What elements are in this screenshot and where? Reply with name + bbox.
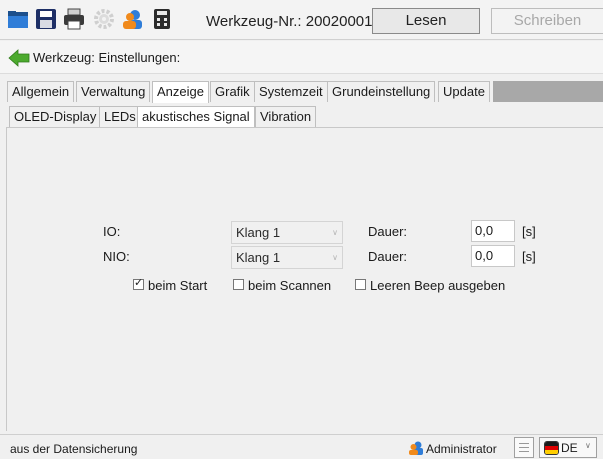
leeren-beep-checkbox[interactable] [355,279,366,290]
tab-systemzeit[interactable]: Systemzeit [254,81,328,102]
gear-icon[interactable] [93,8,115,30]
read-button[interactable]: Lesen [372,8,480,34]
write-button: Schreiben [491,8,603,34]
sub-tab-strip: OLED-Display LEDs akustisches Signal Vib… [0,106,603,128]
subtab-vibration[interactable]: Vibration [255,106,317,127]
nio-label: NIO: [103,249,130,264]
tab-allgemein[interactable]: Allgemein [7,81,75,102]
document-icon[interactable] [514,437,534,458]
folder-open-icon[interactable] [7,8,29,30]
breadcrumb-title: Werkzeug: Einstellungen: [33,50,181,65]
io-duration-unit: [s] [522,224,536,239]
chevron-down-icon: ∨ [332,253,338,262]
subtab-akustisches-signal[interactable]: akustisches Signal [137,106,255,128]
nio-duration-unit: [s] [522,249,536,264]
subtab-leds[interactable]: LEDs [99,106,141,127]
app-window: Werkzeug-Nr.: 20020001 Lesen Schreiben W… [0,0,603,459]
nio-duration-input[interactable]: 0,0 [471,245,515,267]
tool-number-label: Werkzeug-Nr.: 20020001 [206,13,373,30]
calculator-icon[interactable] [151,8,173,30]
subtab-oled-display[interactable]: OLED-Display [9,106,102,127]
io-sound-select[interactable]: Klang 1 ∨ [231,221,343,244]
breadcrumb: Werkzeug: Einstellungen: [0,41,603,74]
main-tab-strip: Allgemein Verwaltung Anzeige Grafik Syst… [0,81,603,103]
tab-grafik[interactable]: Grafik [210,81,255,102]
nio-duration-label: Dauer: [368,249,408,264]
beim-start-checkbox[interactable] [133,276,144,290]
beim-start-label: beim Start [148,278,208,293]
status-bar: aus der Datensicherung Administrator DE … [0,434,603,459]
status-text: aus der Datensicherung [10,442,138,456]
print-icon[interactable] [63,8,85,30]
leeren-beep-label: Leeren Beep ausgeben [370,278,506,293]
user-name: Administrator [426,442,497,456]
io-duration-label: Dauer: [368,224,408,239]
tab-update[interactable]: Update [438,81,490,102]
io-sound-value: Klang 1 [236,225,281,240]
language-code: DE [561,441,578,455]
io-duration-input[interactable]: 0,0 [471,220,515,242]
user-icon[interactable] [122,8,144,30]
back-arrow-icon[interactable] [8,48,30,68]
german-flag-icon [544,441,559,455]
nio-sound-select[interactable]: Klang 1 ∨ [231,246,343,269]
chevron-down-icon: ∨ [332,228,338,237]
language-select[interactable]: DE ∨ [539,437,597,458]
toolbar: Werkzeug-Nr.: 20020001 Lesen Schreiben [0,0,603,40]
save-disk-icon[interactable] [35,8,57,30]
tab-anzeige[interactable]: Anzeige [152,81,209,103]
tab-grundeinstellung[interactable]: Grundeinstellung [327,81,436,102]
chevron-down-icon: ∨ [585,441,591,450]
tab-verwaltung[interactable]: Verwaltung [76,81,151,102]
beim-scannen-checkbox[interactable] [233,279,244,290]
io-label: IO: [103,224,121,239]
admin-user-icon [409,441,423,455]
beim-scannen-label: beim Scannen [248,278,332,293]
nio-sound-value: Klang 1 [236,250,281,265]
